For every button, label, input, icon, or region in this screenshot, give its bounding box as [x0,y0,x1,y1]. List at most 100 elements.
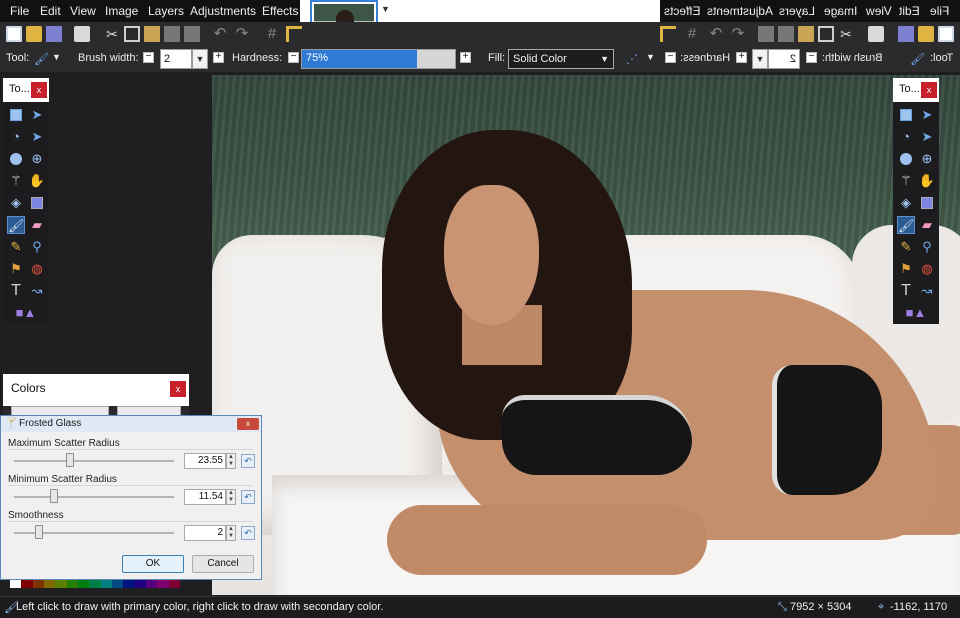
mirror-cut-icon: ✂ [840,26,852,42]
dialog-titlebar[interactable]: 🍸 Frosted Glass x [1,416,261,432]
copy-icon[interactable] [124,26,140,42]
menu-edit[interactable]: Edit [40,0,61,22]
cursor-position-icon: ⌖ [878,601,885,613]
redo-icon[interactable]: ↷ [234,26,250,42]
pan-hand-icon[interactable]: ✋ [28,172,46,190]
max-scatter-radius-slider[interactable] [66,453,74,467]
antialias-icon[interactable]: ⋰ [626,53,642,65]
move-selected-icon[interactable]: ➤ [28,106,46,124]
min-scatter-radius-input[interactable]: 11.54 [184,489,226,505]
photo-subject-bottom [772,365,882,495]
colors-window-title: Colors [11,381,46,395]
tools-window-title: To... [9,83,30,95]
hardness-slider[interactable]: 75% [301,49,456,69]
max-scatter-radius-track[interactable] [14,460,174,462]
recolor-icon[interactable]: ◍ [28,260,46,278]
text-icon[interactable]: T [7,282,25,300]
fill-select[interactable]: Solid Color ▼ [508,49,614,69]
mirror-print-icon [868,26,884,42]
save-icon[interactable] [46,26,62,42]
brush-width-increase-button[interactable]: + [213,52,224,63]
min-scatter-radius-label: Minimum Scatter Radius [8,474,117,485]
tool-options-bar: Tool: 🖌 ▼ Brush width: − 2 ▼ + Hardness:… [0,46,960,72]
status-bar: 🖌 Left click to draw with primary color,… [0,596,960,618]
menu-effects[interactable]: Effects [262,0,298,22]
chevron-down-icon[interactable]: ▼ [646,52,655,62]
smoothness-slider[interactable] [35,525,43,539]
pencil-icon[interactable]: ✎ [7,238,25,256]
deselect-icon[interactable] [184,26,200,42]
lasso-select-icon[interactable]: ◔ [7,128,25,146]
close-icon[interactable]: x [170,381,186,397]
close-icon[interactable]: x [237,418,259,430]
mirror-new-file-icon [938,26,954,42]
mirror-open-folder-icon [918,26,934,42]
ruler-icon[interactable] [286,26,302,42]
menu-view[interactable]: View [70,0,96,22]
cancel-button[interactable]: Cancel [192,555,254,573]
min-scatter-radius-reset-button[interactable]: ↶ [241,490,255,504]
brush-width-decrease-button[interactable]: − [143,52,154,63]
menu-adjustments[interactable]: Adjustments [190,0,256,22]
image-canvas[interactable] [212,75,960,595]
max-scatter-radius-reset-button[interactable]: ↶ [241,454,255,468]
paste-icon[interactable] [144,26,160,42]
print-icon[interactable] [74,26,90,42]
clone-stamp-icon[interactable]: ⚑ [7,260,25,278]
ellipse-select-icon[interactable] [7,150,25,168]
max-scatter-radius-input[interactable]: 23.55 [184,453,226,469]
color-picker-icon[interactable]: ⚲ [28,238,46,256]
mirror-menu-edit: Edit [899,4,920,18]
close-icon[interactable]: x [921,82,937,98]
paint-bucket-icon[interactable]: ◈ [7,194,25,212]
gradient-icon[interactable] [28,194,46,212]
mirror-paste-icon [798,26,814,42]
mirror-paintbrush-icon: 🖌 [910,52,926,66]
mirror-menu-effects: Effects [664,4,701,18]
fill-label: Fill: [488,52,506,64]
fill-select-value: Solid Color [513,53,567,65]
max-scatter-radius-spinner[interactable]: ▲ ▼ [226,453,236,469]
smoothness-spinner[interactable]: ▲ ▼ [226,525,236,541]
close-icon[interactable]: x [31,82,47,98]
grid-icon[interactable]: # [264,26,280,42]
min-scatter-radius-spinner[interactable]: ▲ ▼ [226,489,236,505]
hardness-label: Hardness: [232,52,283,64]
menu-file[interactable]: File [10,0,29,22]
brush-width-dropdown[interactable]: ▼ [192,49,208,69]
mirror-tools-window-title: To... [899,83,920,95]
undo-icon[interactable]: ↶ [212,26,228,42]
mirror-ruler-icon [660,26,676,42]
paintbrush-icon[interactable]: 🖌 [34,53,50,65]
lasso-select-icon: ◔ [902,129,910,144]
hardness-increase-button[interactable]: + [460,52,471,63]
smoothness-input[interactable]: 2 [184,525,226,541]
move-selection-icon[interactable]: ➤ [28,128,46,146]
smoothness-reset-button[interactable]: ↶ [241,526,255,540]
crop-icon[interactable] [164,26,180,42]
paintbrush-tool-icon[interactable]: 🖌 [7,216,25,234]
brush-width-input[interactable]: 2 [160,49,192,69]
line-curve-icon[interactable]: ↝ [28,282,46,300]
mirror-menu-view: View [866,4,892,18]
eraser-icon[interactable]: ▰ [28,216,46,234]
image-size: 7952 × 5304 [790,601,852,613]
new-file-icon[interactable] [6,26,22,42]
pencil-icon: ✎ [900,239,912,254]
min-scatter-radius-track[interactable] [14,496,174,498]
menu-image[interactable]: Image [105,0,138,22]
rectangle-select-icon[interactable] [7,106,25,124]
min-scatter-radius-slider[interactable] [50,489,58,503]
cut-icon[interactable]: ✂ [104,26,120,42]
menu-layers[interactable]: Layers [148,0,184,22]
mirror-tool-label: Tool: [930,52,954,64]
open-folder-icon[interactable] [26,26,42,42]
chevron-down-icon[interactable]: ▼ [52,52,61,62]
magic-wand-icon[interactable]: ⚚ [7,172,25,190]
zoom-icon[interactable]: ⊕ [28,150,46,168]
shapes-icon[interactable]: ■▲ [13,304,39,322]
chevron-down-icon[interactable]: ▼ [381,4,390,14]
hardness-decrease-button[interactable]: − [288,52,299,63]
ok-button[interactable]: OK [122,555,184,573]
ellipse-select-icon [897,150,915,168]
